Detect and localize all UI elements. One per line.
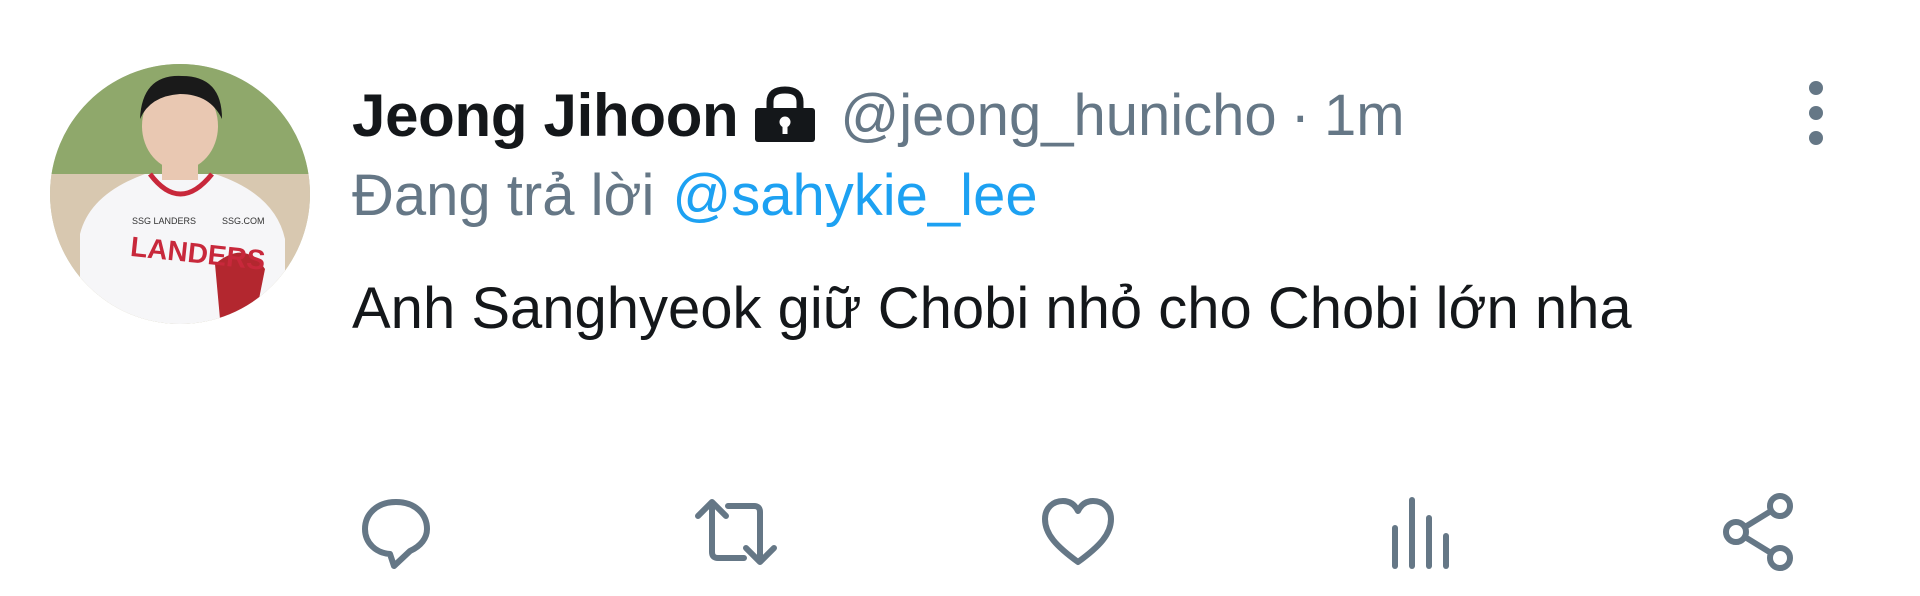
avatar[interactable]: LANDERS SSG LANDERS SSG.COM: [50, 64, 310, 324]
bar-chart-icon: [1392, 497, 1449, 569]
retweet-button[interactable]: [688, 484, 784, 580]
retweet-icon: [695, 499, 777, 565]
avatar-image: LANDERS SSG LANDERS SSG.COM: [50, 64, 310, 324]
share-icon: [1723, 493, 1793, 571]
reply-context: Đang trả lời @sahykie_lee: [352, 160, 1038, 230]
heart-icon: [1042, 498, 1114, 565]
timestamp[interactable]: 1m: [1324, 82, 1405, 149]
avatar-jersey-small-left: SSG LANDERS: [132, 216, 196, 226]
user-handle[interactable]: @jeong_hunicho: [840, 82, 1276, 149]
reply-icon: [362, 499, 430, 569]
avatar-jersey-small-right: SSG.COM: [222, 216, 265, 226]
separator-dot: ·: [1290, 82, 1310, 148]
share-button[interactable]: [1712, 484, 1808, 580]
lock-icon: [752, 86, 818, 144]
reply-prefix: Đang trả lời: [352, 162, 655, 228]
tweet-header: Jeong Jihoon @jeong_hunicho · 1m: [352, 80, 1405, 150]
tweet-text: Anh Sanghyeok giữ Chobi nhỏ cho Chobi lớ…: [352, 276, 1632, 341]
more-vertical-icon[interactable]: [1790, 76, 1842, 150]
like-button[interactable]: [1030, 484, 1126, 580]
display-name[interactable]: Jeong Jihoon: [352, 81, 739, 150]
reply-to-link[interactable]: @sahykie_lee: [672, 162, 1037, 229]
reply-button[interactable]: [348, 484, 444, 580]
analytics-button[interactable]: [1372, 484, 1468, 580]
